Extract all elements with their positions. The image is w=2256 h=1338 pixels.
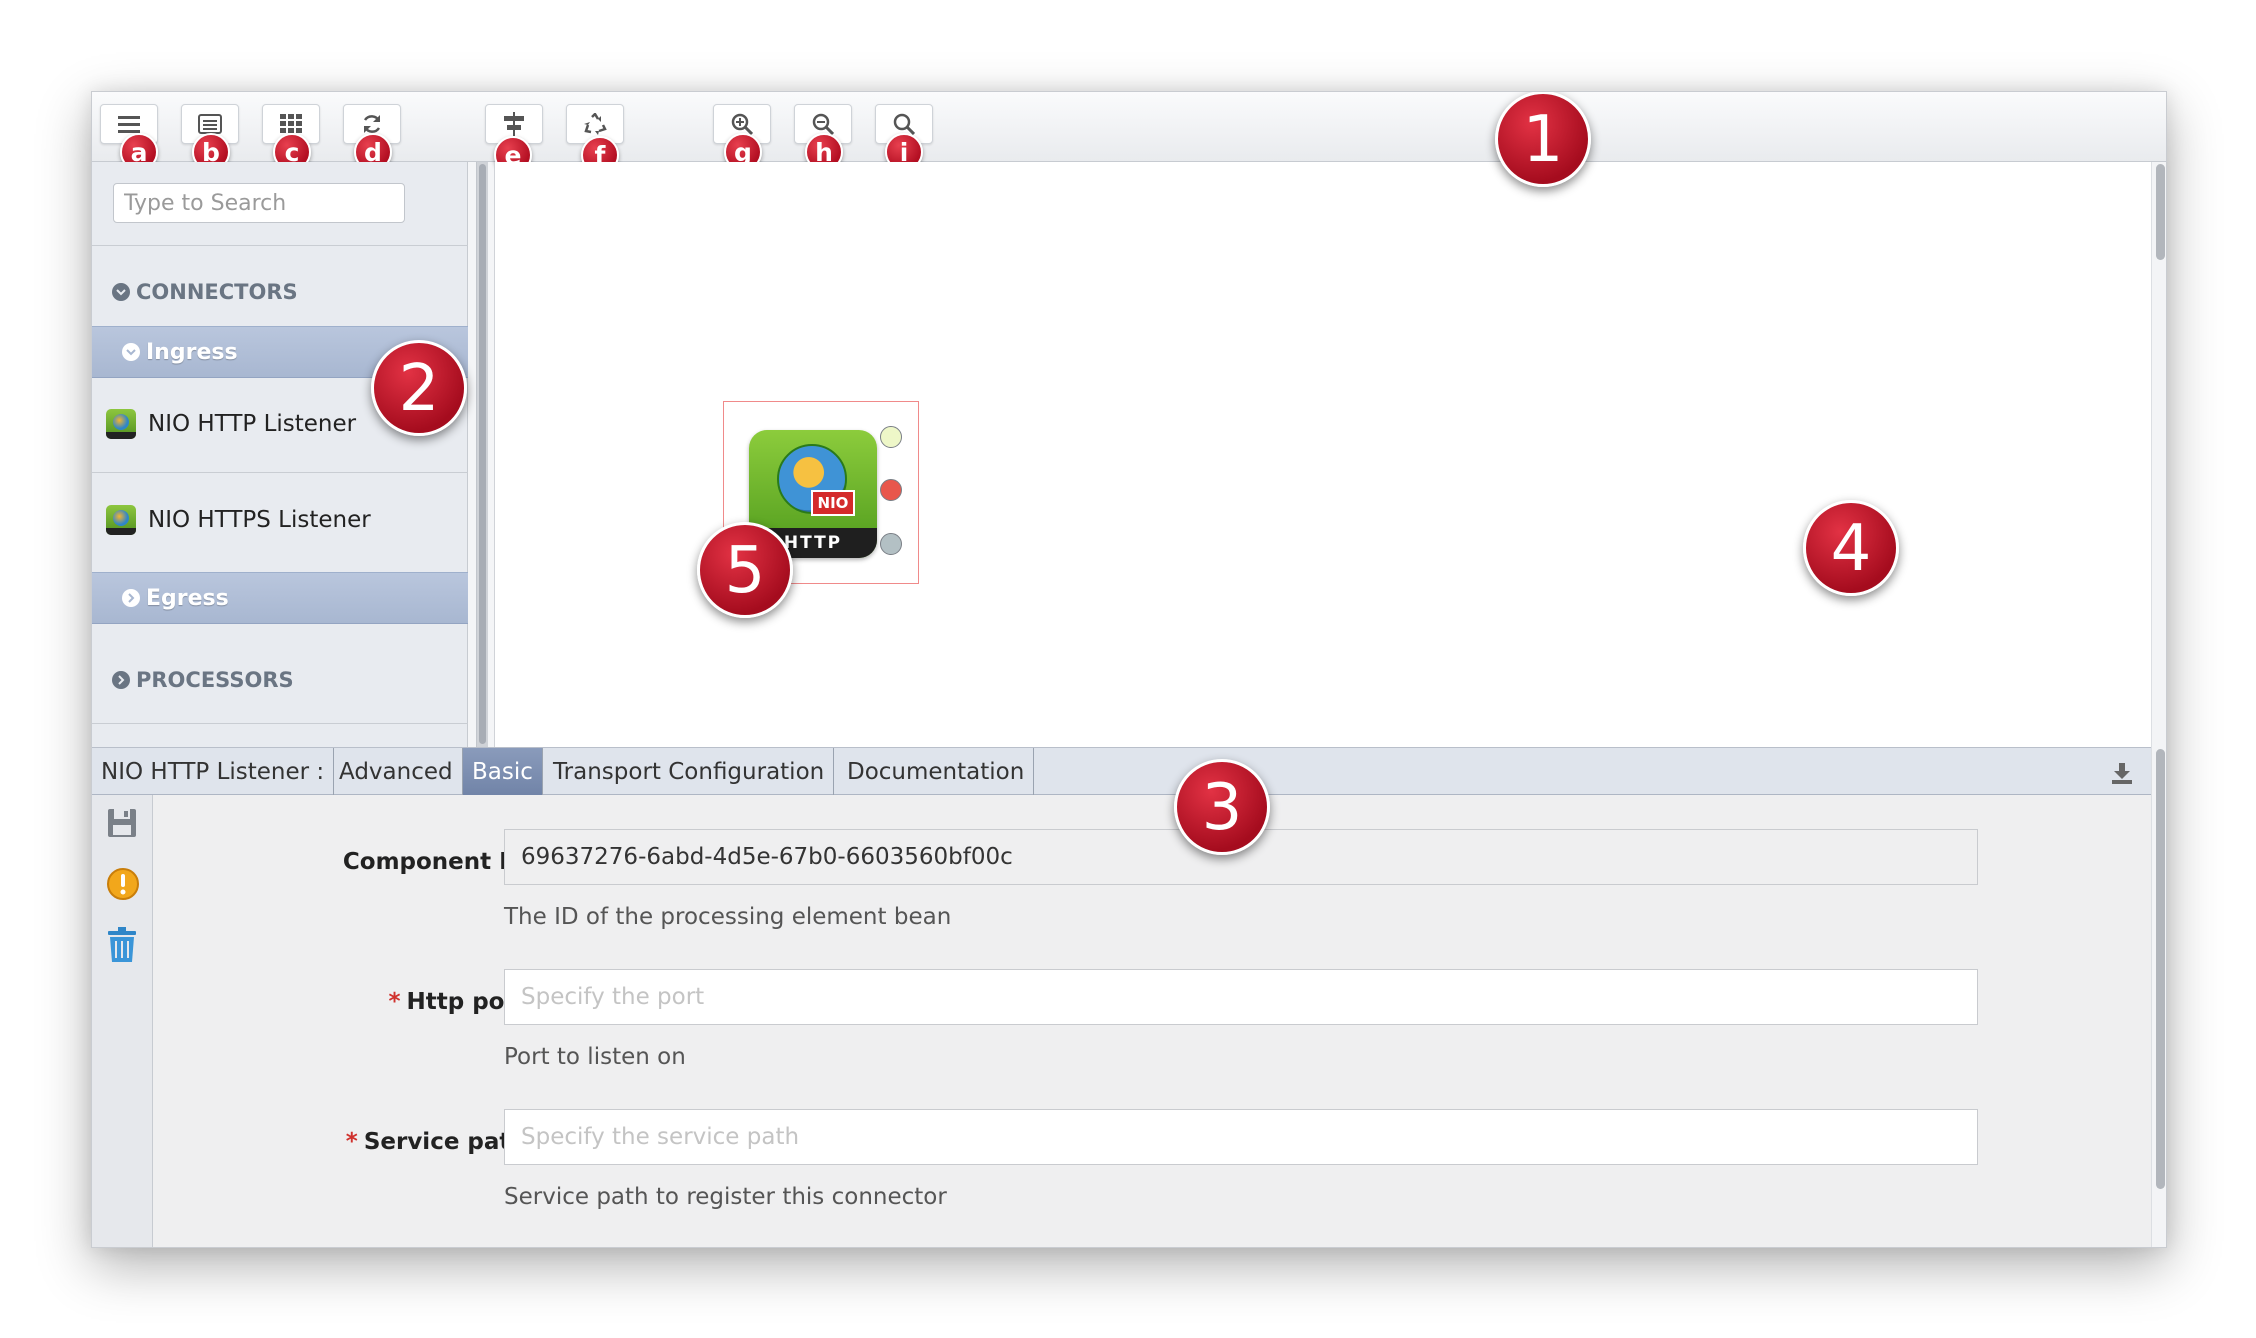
refresh-icon (361, 113, 383, 135)
node-port-bottom[interactable] (880, 533, 902, 555)
required-marker: * (388, 989, 401, 1015)
recycle-icon (583, 113, 607, 135)
https-listener-icon (106, 505, 136, 535)
scrollbar-thumb[interactable] (2156, 749, 2165, 1189)
service-path-label: * Service path: (236, 1129, 536, 1155)
section-processors[interactable]: PROCESSORS (112, 660, 294, 700)
scrollbar-thumb[interactable] (2156, 164, 2165, 260)
chevron-down-icon (122, 343, 140, 361)
tab-basic[interactable]: Basic (463, 748, 543, 795)
properties-actions (92, 795, 153, 1247)
save-icon[interactable] (106, 807, 140, 841)
chevron-right-icon (122, 589, 140, 607)
component-name-label: NIO HTTP Listener : (92, 748, 335, 795)
component-id-help: The ID of the processing element bean (504, 904, 952, 930)
toolbar: a b c d e f g h i (92, 92, 2166, 174)
properties-tab-bar: NIO HTTP Listener : Advanced Basic Trans… (92, 747, 2151, 795)
callout-5: 5 (697, 522, 793, 618)
tab-transport-configuration[interactable]: Transport Configuration (544, 748, 835, 795)
callout-2: 2 (371, 340, 467, 436)
zoom-fit-icon (893, 113, 915, 135)
group-ingress-label: Ingress (146, 339, 238, 365)
section-connectors-label: CONNECTORS (136, 280, 298, 304)
service-path-field[interactable] (504, 1109, 1978, 1165)
scrollbar-thumb[interactable] (479, 164, 486, 744)
align-icon (502, 112, 526, 136)
chevron-down-icon (112, 283, 130, 301)
callout-3: 3 (1174, 759, 1270, 855)
properties-panel: Component ID: The ID of the processing e… (92, 795, 2151, 1247)
zoom-out-icon (812, 113, 834, 135)
zoom-in-icon (731, 113, 753, 135)
node-port-middle[interactable] (880, 479, 902, 501)
download-icon[interactable] (2109, 760, 2135, 786)
callout-4: 4 (1803, 500, 1899, 596)
component-nio-https-listener[interactable]: NIO HTTPS Listener (92, 472, 468, 568)
sidebar-scrollbar[interactable] (476, 162, 488, 747)
menu-icon (118, 115, 140, 133)
divider (92, 245, 468, 246)
node-port-top[interactable] (880, 426, 902, 448)
callout-1: 1 (1495, 92, 1591, 187)
chevron-right-icon (112, 671, 130, 689)
http-port-field[interactable] (504, 969, 1978, 1025)
required-marker: * (345, 1129, 358, 1155)
group-egress[interactable]: Egress (92, 572, 468, 624)
component-palette: CONNECTORS Ingress NIO HTTP Listener NIO… (92, 162, 468, 747)
divider (92, 723, 468, 724)
component-label: NIO HTTP Listener (148, 411, 357, 437)
section-connectors[interactable]: CONNECTORS (112, 272, 298, 312)
tab-documentation[interactable]: Documentation (838, 748, 1035, 795)
tab-advanced[interactable]: Advanced (330, 748, 463, 795)
warning-icon[interactable] (106, 867, 140, 901)
group-egress-label: Egress (146, 585, 229, 611)
component-label: NIO HTTPS Listener (148, 507, 371, 533)
node-tag: NIO (811, 490, 855, 516)
grid-icon (280, 114, 302, 134)
http-port-help: Port to listen on (504, 1044, 686, 1070)
http-port-label: * Http port: (236, 989, 536, 1015)
trash-icon[interactable] (106, 927, 140, 962)
component-id-label: Component ID: (236, 849, 536, 875)
list-view-icon (198, 114, 222, 134)
service-path-help: Service path to register this connector (504, 1184, 947, 1210)
search-input[interactable] (113, 183, 405, 223)
properties-scrollbar[interactable] (2151, 747, 2166, 1247)
app-window: a b c d e f g h i CONNECTORS Ingress NIO… (91, 91, 2167, 1248)
canvas-scrollbar[interactable] (2151, 162, 2166, 747)
http-listener-icon (106, 409, 136, 439)
section-processors-label: PROCESSORS (136, 668, 294, 692)
